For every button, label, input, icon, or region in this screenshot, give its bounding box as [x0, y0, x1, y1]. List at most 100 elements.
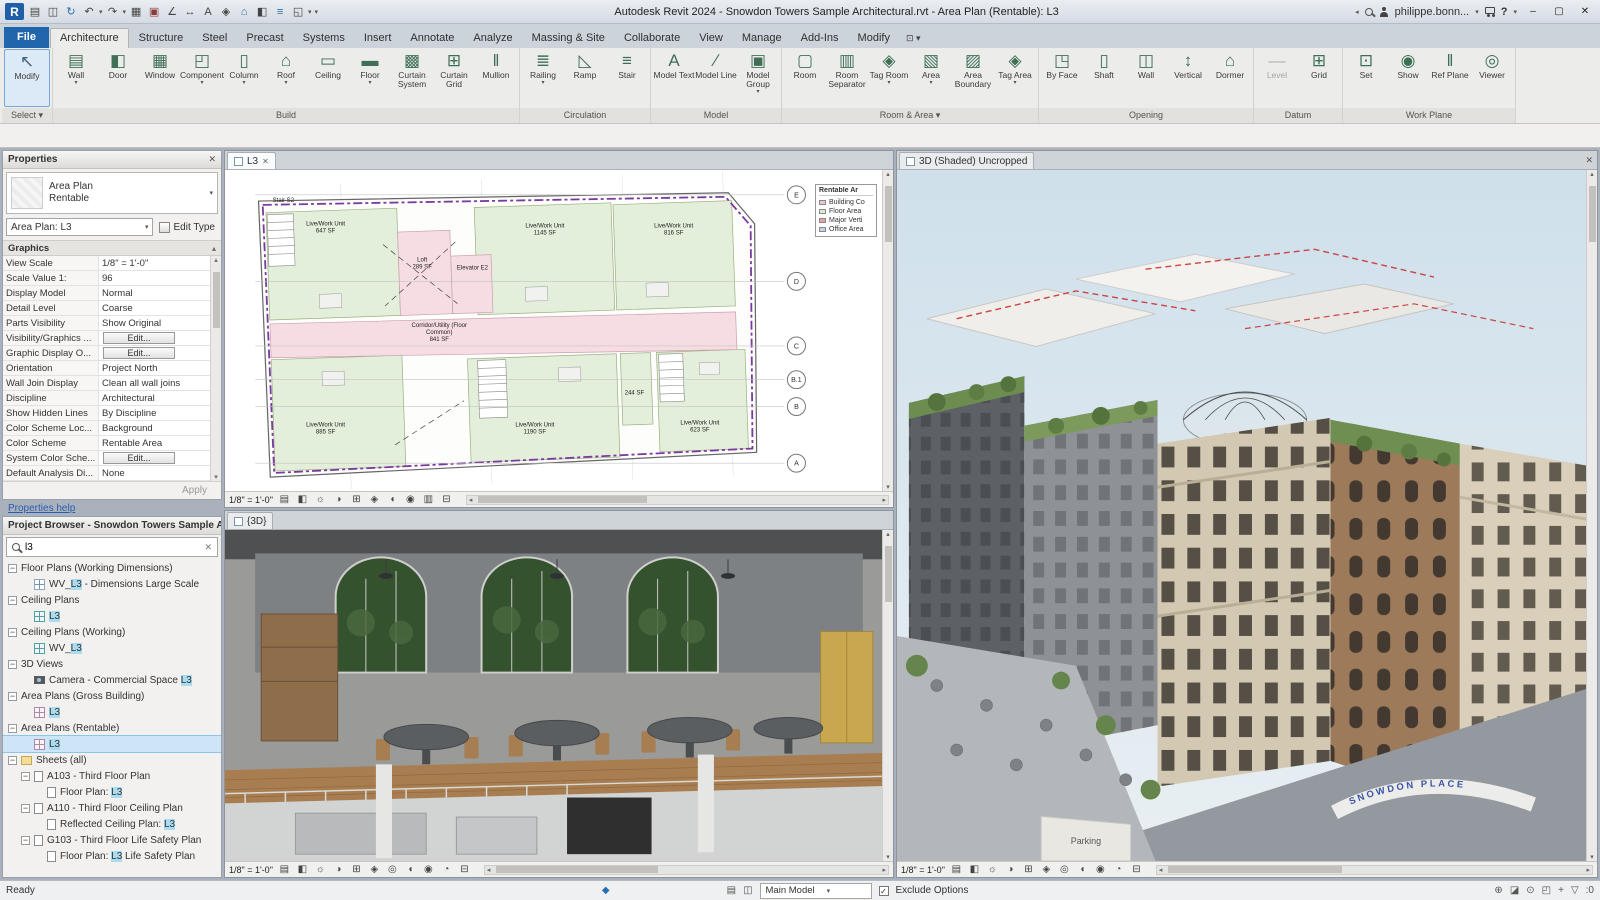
tree-expander-icon[interactable]: − — [21, 835, 30, 845]
reveal-constraints-icon[interactable]: ⊟ — [440, 493, 453, 507]
design-options-icon[interactable]: ◫ — [743, 885, 752, 896]
collapse-section-icon[interactable]: ▴ — [212, 244, 216, 253]
tree-item[interactable]: − Ceiling Plans (Working) — [3, 624, 221, 640]
grid-button[interactable]: ⊞ Grid — [1298, 49, 1340, 107]
view-scale-button[interactable]: 1/8" = 1'-0" — [901, 865, 945, 875]
curtain-system-button[interactable]: ▩ Curtain System — [391, 49, 433, 107]
analysis-display-icon[interactable]: ◔ — [440, 863, 453, 877]
ribbon-group-label-work-plane[interactable]: Work Plane — [1343, 108, 1515, 123]
tree-item[interactable]: Floor Plan: L3 Life Safety Plan — [3, 848, 221, 864]
switch-windows-icon[interactable]: ◱ — [290, 4, 306, 20]
tree-expander-icon[interactable]: − — [21, 771, 30, 781]
3d-city-canvas[interactable]: Parking SNOWDON PLACE ▴ ▾ — [897, 170, 1597, 861]
visual-style-icon[interactable]: ◧ — [968, 863, 981, 877]
area-boundary-button[interactable]: ▨ Area Boundary — [952, 49, 994, 107]
active-design-option-select[interactable]: Main Model ▾ — [759, 882, 872, 899]
locked-orientation-icon[interactable]: ◎ — [386, 863, 399, 877]
close-view-icon[interactable]: ✕ — [262, 157, 269, 166]
color-scheme-legend[interactable]: Rentable Ar Building Co Floor Area Major V… — [815, 184, 877, 237]
ref-plane-button[interactable]: ‖ Ref Plane — [1429, 49, 1471, 107]
modify-button[interactable]: ↖ Modify — [4, 49, 50, 107]
property-value[interactable]: Clean all wall joins — [99, 378, 210, 389]
help-icon[interactable]: ? — [1501, 6, 1508, 18]
search-icon[interactable] — [1364, 7, 1373, 16]
horizontal-scrollbar[interactable]: ◂ ▸ — [483, 864, 889, 875]
scroll-down-icon[interactable]: ▾ — [214, 473, 218, 481]
model-line-button[interactable]: ∕ Model Line — [695, 49, 737, 107]
select-pinned-icon[interactable]: ⊙ — [1526, 885, 1534, 896]
filter-combo[interactable]: Area Plan: L3 ▾ — [6, 218, 154, 236]
shadows-icon[interactable]: ◑ — [1004, 863, 1017, 877]
tree-item[interactable]: Reflected Ceiling Plan: L3 — [3, 816, 221, 832]
scroll-right-icon[interactable]: ▸ — [880, 496, 888, 504]
reveal-constraints-icon[interactable]: ⊟ — [1130, 863, 1143, 877]
properties-scrollbar[interactable]: ▴ ▾ — [210, 256, 221, 481]
scroll-down-icon[interactable]: ▾ — [886, 483, 890, 491]
dormer-button[interactable]: ⌂ Dormer — [1209, 49, 1251, 107]
scroll-right-icon[interactable]: ▸ — [880, 866, 888, 874]
thin-lines-icon[interactable]: ≡ — [272, 4, 288, 20]
ribbon-group-label-model[interactable]: Model — [651, 108, 781, 123]
3d-interior-view[interactable] — [225, 530, 893, 861]
scroll-down-icon[interactable]: ▾ — [886, 853, 890, 861]
open-icon[interactable]: ▤ — [27, 4, 43, 20]
ribbon-tab-systems[interactable]: Systems — [294, 29, 354, 48]
tree-item[interactable]: − A103 - Third Floor Plan — [3, 768, 221, 784]
tag-area-button[interactable]: ◈ Tag Area ▾ — [994, 49, 1036, 107]
tree-item[interactable]: WV_L3 — [3, 640, 221, 656]
ribbon-tab-architecture[interactable]: Architecture — [49, 28, 129, 48]
scroll-thumb[interactable] — [1588, 186, 1596, 242]
curtain-grid-button[interactable]: ⊞ Curtain Grid — [433, 49, 475, 107]
ribbon-tab-add-ins[interactable]: Add-Ins — [792, 29, 848, 48]
tree-item[interactable]: − Sheets (all) — [3, 752, 221, 768]
cart-icon[interactable] — [1484, 6, 1495, 17]
show-crop-region-icon[interactable]: ◈ — [1040, 863, 1053, 877]
plan-canvas[interactable]: E D C B.1 B A Stair S2 Live/Work Unit 647 SF Liv… — [225, 170, 893, 491]
edit-button[interactable]: Edit... — [103, 332, 175, 344]
mullion-button[interactable]: ‖ Mullion — [475, 49, 517, 107]
scroll-thumb[interactable] — [884, 546, 892, 602]
ramp-button[interactable]: ◺ Ramp — [564, 49, 606, 107]
aligned-dimension-icon[interactable]: ↔ — [182, 4, 198, 20]
tag-room-button[interactable]: ◈ Tag Room ▾ — [868, 49, 910, 107]
tree-item[interactable]: Floor Plan: L3 — [3, 784, 221, 800]
scroll-thumb[interactable] — [478, 496, 647, 503]
scroll-thumb[interactable] — [884, 186, 892, 242]
column-button[interactable]: ▯ Column ▾ — [223, 49, 265, 107]
property-value[interactable]: Background — [99, 423, 210, 434]
scroll-left-icon[interactable]: ◂ — [1157, 866, 1165, 874]
floor-plan-drawing[interactable]: EDCB.1BA Stair S2Live/Work Unit 647 SFLiv… — [225, 170, 893, 491]
sun-path-icon[interactable]: ☼ — [986, 863, 999, 877]
tree-expander-icon[interactable]: − — [8, 723, 17, 733]
tree-item[interactable]: − Area Plans (Gross Building) — [3, 688, 221, 704]
drag-on-selection-icon[interactable]: + — [1558, 885, 1564, 896]
switch-windows-caret-icon[interactable]: ▾ — [308, 8, 312, 16]
edit-button[interactable]: Edit... — [103, 452, 175, 464]
close-button[interactable]: ✕ — [1575, 6, 1595, 17]
property-value[interactable]: Coarse — [99, 303, 210, 314]
tree-item[interactable]: WV_L3 - Dimensions Large Scale — [3, 576, 221, 592]
crop-view-icon[interactable]: ⊞ — [350, 493, 363, 507]
save-icon[interactable]: ◫ — [45, 4, 61, 20]
tree-item[interactable]: −3D Views — [3, 656, 221, 672]
shadows-icon[interactable]: ◑ — [332, 493, 345, 507]
tree-expander-icon[interactable]: − — [8, 691, 17, 701]
tree-item[interactable]: − Floor Plans (Working Dimensions) — [3, 560, 221, 576]
tree-expander-icon[interactable]: − — [8, 659, 17, 669]
project-browser-title[interactable]: Project Browser - Snowdon Towers Sample … — [3, 517, 221, 535]
visual-style-icon[interactable]: ◧ — [296, 493, 309, 507]
detail-level-icon[interactable]: ▤ — [278, 863, 291, 877]
ribbon-tab-collaborate[interactable]: Collaborate — [615, 29, 689, 48]
temporary-hide-isolate-icon[interactable]: ◖ — [1076, 863, 1089, 877]
collapse-icon[interactable]: ◂ — [1355, 8, 1359, 16]
select-panel-label[interactable]: Select ▾ — [2, 108, 52, 123]
browser-search-input[interactable] — [25, 541, 200, 553]
minimize-button[interactable]: – — [1523, 6, 1543, 17]
property-value[interactable]: Normal — [99, 288, 210, 299]
ribbon-group-label-room-area[interactable]: Room & Area ▾ — [782, 108, 1038, 123]
close-icon[interactable]: ✕ — [208, 154, 216, 165]
select-by-face-icon[interactable]: ◰ — [1542, 885, 1551, 896]
window-button[interactable]: ▦ Window — [139, 49, 181, 107]
reveal-hidden-elements-icon[interactable]: ◉ — [1094, 863, 1107, 877]
component-button[interactable]: ◰ Component ▾ — [180, 49, 224, 107]
